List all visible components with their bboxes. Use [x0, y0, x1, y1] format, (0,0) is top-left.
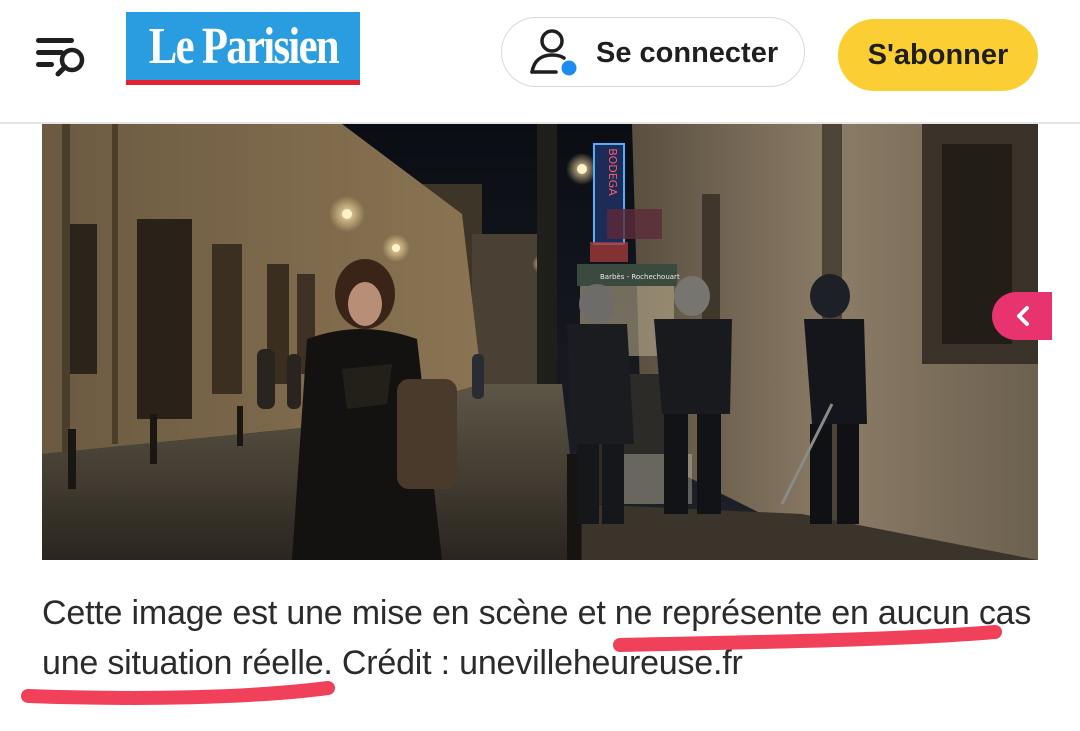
photo-caption: Cette image est une mise en scène et ne …: [42, 594, 1032, 682]
login-button[interactable]: Se connecter: [501, 17, 805, 87]
side-tab-button[interactable]: [992, 292, 1052, 340]
menu-search-button[interactable]: [34, 36, 94, 84]
subscribe-label: S'abonner: [867, 38, 1009, 71]
le-parisien-logo[interactable]: Le Parisien: [126, 12, 360, 85]
page: Le Parisien Se connecter S'abonner BODEG…: [0, 0, 1080, 731]
subscribe-button[interactable]: S'abonner: [838, 19, 1038, 91]
article-photo: BODEGA Barbès - Rochechouart: [42, 124, 1038, 560]
menu-search-icon: [36, 38, 85, 77]
user-icon: [530, 29, 577, 76]
metro-sign: Barbès - Rochechouart: [600, 273, 680, 281]
chevron-left-icon: [1017, 306, 1029, 326]
logo-text: Le Parisien: [148, 18, 339, 75]
street-scene-illustration: BODEGA Barbès - Rochechouart: [42, 124, 1038, 560]
login-label: Se connecter: [596, 37, 779, 69]
site-header: Le Parisien Se connecter S'abonner: [0, 0, 1080, 124]
bodega-sign: BODEGA: [606, 148, 619, 196]
